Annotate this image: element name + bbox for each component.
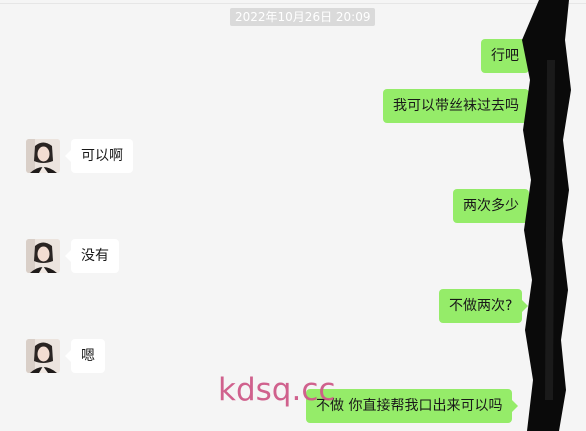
outgoing-message-bubble[interactable]: 不做 你直接帮我口出来可以吗	[306, 389, 519, 423]
outgoing-message-bubble[interactable]: 行吧	[481, 39, 535, 73]
chat-window: 2022年10月26日 20:09 行吧 我可以带丝袜过去吗 可以啊 两次多少 …	[0, 0, 586, 431]
outgoing-message-bubble[interactable]: 我可以带丝袜过去吗	[383, 89, 535, 123]
incoming-message-bubble[interactable]: 可以啊	[65, 139, 133, 173]
incoming-message-bubble[interactable]: 嗯	[65, 339, 105, 373]
avatar-photo-icon	[26, 339, 60, 373]
avatar-photo-icon	[26, 239, 60, 273]
contact-avatar[interactable]	[26, 339, 60, 373]
incoming-message-bubble[interactable]: 没有	[65, 239, 119, 273]
contact-avatar[interactable]	[26, 239, 60, 273]
watermark-text: kdsq.cc	[218, 372, 336, 408]
outgoing-message-bubble[interactable]: 两次多少	[453, 189, 535, 223]
avatar-photo-icon	[26, 139, 60, 173]
message-timestamp: 2022年10月26日 20:09	[230, 8, 376, 26]
contact-avatar[interactable]	[26, 139, 60, 173]
divider	[0, 3, 586, 4]
outgoing-message-bubble[interactable]: 不做两次?	[439, 289, 529, 323]
